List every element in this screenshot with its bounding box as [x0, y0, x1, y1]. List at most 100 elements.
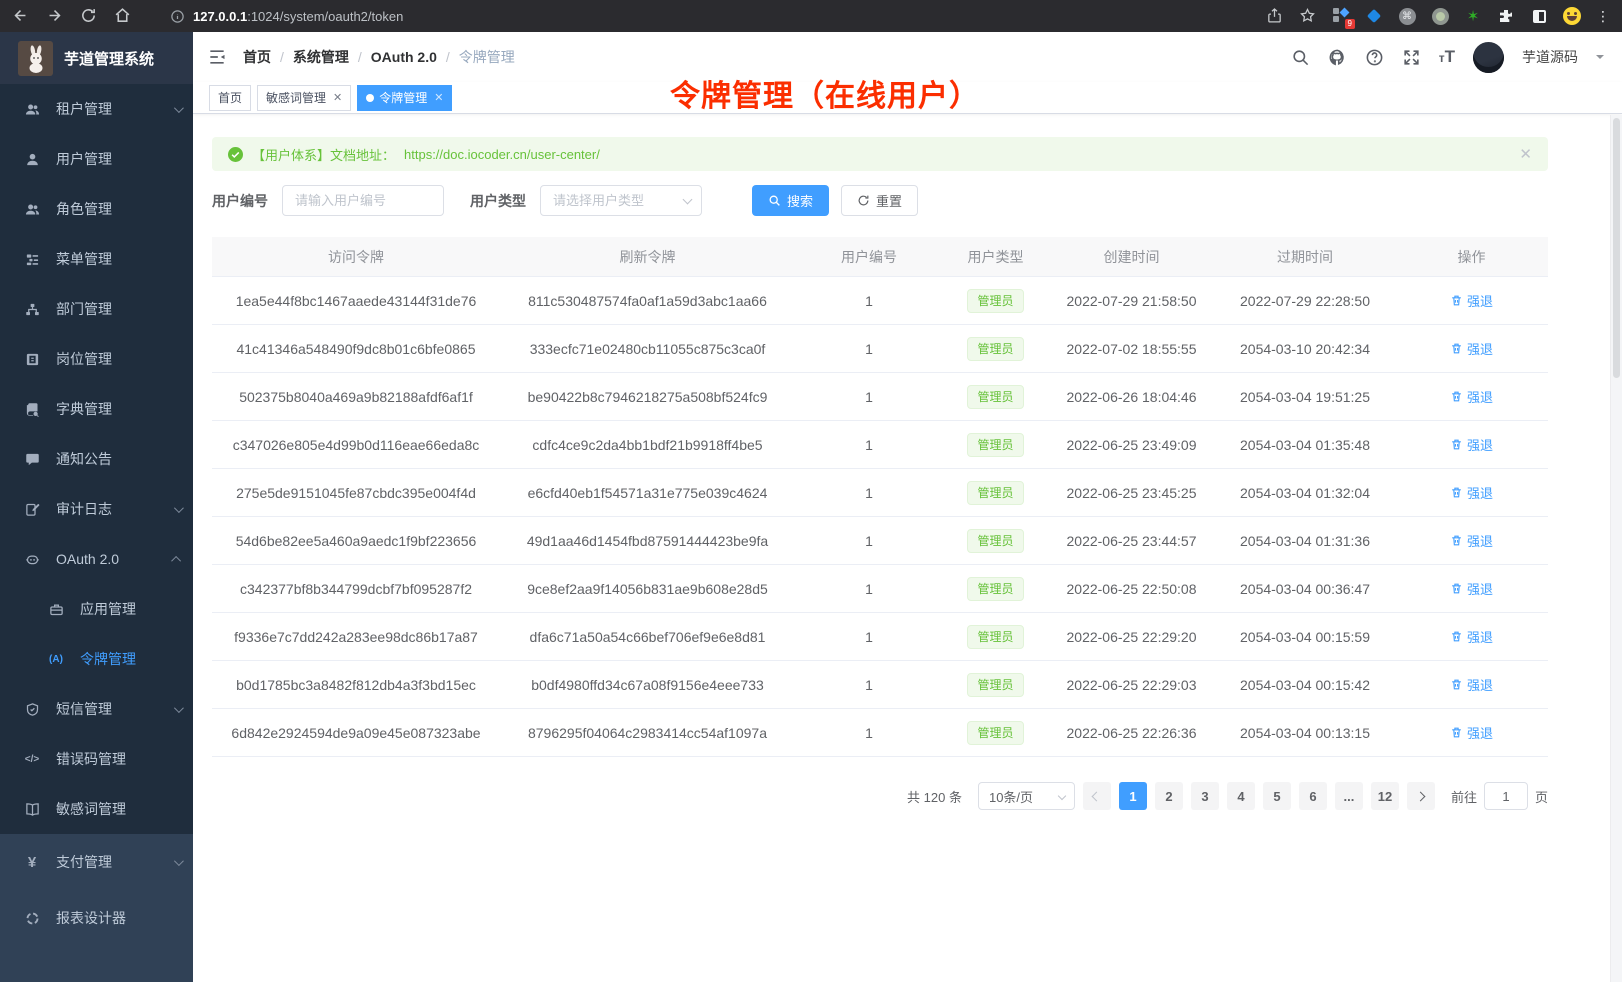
pager-more[interactable]: ...: [1335, 782, 1363, 810]
sidebar-item-17[interactable]: 报表设计器: [0, 890, 193, 946]
create-time-cell: 2022-06-25 23:44:57: [1048, 533, 1215, 549]
sidebar-item-2[interactable]: 用户管理: [0, 134, 193, 184]
tab-close-icon[interactable]: ✕: [333, 91, 342, 104]
sidebar-item-label: 应用管理: [80, 599, 136, 619]
tab-1[interactable]: 首页: [209, 85, 251, 111]
sidebar-item-3[interactable]: 角色管理: [0, 184, 193, 234]
create-time-cell: 2022-07-02 18:55:55: [1048, 341, 1215, 357]
sidebar-item-1[interactable]: 租户管理: [0, 84, 193, 134]
tab-close-icon[interactable]: ✕: [434, 91, 443, 104]
home-icon[interactable]: [114, 7, 132, 25]
sidebar-item-label: 报表设计器: [56, 908, 126, 928]
user-type-select[interactable]: [540, 185, 702, 216]
search-button[interactable]: 搜索: [752, 185, 829, 216]
refresh-token-cell: dfa6c71a50a54c66bef706ef9e6e8d81: [500, 629, 795, 645]
force-logout-button[interactable]: 强退: [1450, 291, 1493, 310]
breadcrumb-item-2[interactable]: 系统管理: [293, 47, 349, 67]
extension-reader-icon[interactable]: [1530, 7, 1548, 25]
force-logout-button[interactable]: 强退: [1450, 675, 1493, 694]
table-header: 访问令牌刷新令牌用户编号用户类型创建时间过期时间操作: [212, 237, 1548, 277]
force-logout-button[interactable]: 强退: [1450, 435, 1493, 454]
force-logout-button[interactable]: 强退: [1450, 387, 1493, 406]
force-logout-button[interactable]: 强退: [1450, 531, 1493, 550]
sidebar-item-15[interactable]: 敏感词管理: [0, 784, 193, 834]
page-button-4[interactable]: 4: [1227, 782, 1255, 810]
sidebar-item-label: 通知公告: [56, 449, 112, 469]
extension-record-icon[interactable]: [1431, 7, 1449, 25]
sidebar-item-9[interactable]: 审计日志: [0, 484, 193, 534]
edit-log-icon: [24, 501, 40, 517]
font-size-icon[interactable]: тT: [1439, 47, 1455, 67]
sidebar: 芋道管理系统 租户管理用户管理角色管理菜单管理部门管理岗位管理字典管理通知公告审…: [0, 32, 193, 982]
profile-avatar-icon[interactable]: [1563, 7, 1581, 25]
sidebar-item-label: 部门管理: [56, 299, 112, 319]
username[interactable]: 芋道源码: [1522, 47, 1578, 67]
refresh-token-cell: 333ecfc71e02480cb11055c875c3ca0f: [500, 341, 795, 357]
next-page-button[interactable]: [1407, 782, 1435, 810]
sidebar-item-8[interactable]: 通知公告: [0, 434, 193, 484]
forward-icon[interactable]: [46, 7, 64, 25]
scrollbar[interactable]: [1610, 115, 1622, 982]
goto-page-input[interactable]: [1484, 782, 1528, 810]
page-button-12[interactable]: 12: [1371, 782, 1399, 810]
extension-puzzle-icon[interactable]: [1497, 7, 1515, 25]
browser-menu-icon[interactable]: ⋮: [1596, 8, 1610, 25]
help-icon[interactable]: [1365, 48, 1384, 67]
sidebar-item-16[interactable]: ¥支付管理: [0, 834, 193, 890]
reload-icon[interactable]: [80, 7, 98, 25]
prev-page-button[interactable]: [1083, 782, 1111, 810]
force-logout-button[interactable]: 强退: [1450, 723, 1493, 742]
alert-close-icon[interactable]: ✕: [1519, 145, 1532, 163]
hamburger-icon[interactable]: [207, 47, 227, 67]
extension-star-icon[interactable]: ✶: [1464, 7, 1482, 25]
page-button-6[interactable]: 6: [1299, 782, 1327, 810]
sidebar-item-6[interactable]: 岗位管理: [0, 334, 193, 384]
search-icon[interactable]: [1291, 48, 1310, 67]
force-logout-button[interactable]: 强退: [1450, 339, 1493, 358]
user-id-input[interactable]: [282, 185, 444, 216]
sidebar-item-12[interactable]: (A)令牌管理: [0, 634, 193, 684]
sidebar-item-14[interactable]: </>错误码管理: [0, 734, 193, 784]
column-header-3: 用户编号: [795, 247, 943, 267]
chevron-down-icon: [174, 703, 184, 713]
scrollbar-thumb[interactable]: [1613, 118, 1620, 378]
sidebar-item-5[interactable]: 部门管理: [0, 284, 193, 334]
page-button-2[interactable]: 2: [1155, 782, 1183, 810]
tab-label: 敏感词管理: [266, 89, 326, 106]
info-icon[interactable]: [170, 9, 185, 24]
sidebar-item-4[interactable]: 菜单管理: [0, 234, 193, 284]
app-logo[interactable]: 芋道管理系统: [0, 32, 193, 84]
sidebar-item-10[interactable]: OAuth 2.0: [0, 534, 193, 584]
extension-grid-icon[interactable]: 9: [1332, 7, 1350, 25]
sidebar-item-13[interactable]: 短信管理: [0, 684, 193, 734]
caret-down-icon[interactable]: [1596, 55, 1604, 63]
alert-doc-link[interactable]: https://doc.iocoder.cn/user-center/: [404, 147, 600, 162]
extension-command-icon[interactable]: ⌘: [1398, 7, 1416, 25]
address-bar[interactable]: 127.0.0.1:1024/system/oauth2/token: [170, 9, 1266, 24]
force-logout-button[interactable]: 强退: [1450, 627, 1493, 646]
page-size-select[interactable]: 10条/页: [978, 782, 1075, 810]
breadcrumb-item-1[interactable]: 首页: [243, 47, 271, 67]
create-time-cell: 2022-06-25 22:50:08: [1048, 581, 1215, 597]
user-avatar[interactable]: [1473, 42, 1504, 73]
extension-gem-icon[interactable]: [1365, 7, 1383, 25]
back-icon[interactable]: [12, 7, 30, 25]
tab-2[interactable]: 敏感词管理 ✕: [257, 85, 351, 111]
fullscreen-icon[interactable]: [1402, 48, 1421, 67]
force-logout-button[interactable]: 强退: [1450, 579, 1493, 598]
access-token-cell: b0d1785bc3a8482f812db4a3f3bd15ec: [212, 677, 500, 693]
page-button-5[interactable]: 5: [1263, 782, 1291, 810]
sidebar-item-11[interactable]: 应用管理: [0, 584, 193, 634]
page-button-1[interactable]: 1: [1119, 782, 1147, 810]
breadcrumb-item-3[interactable]: OAuth 2.0: [371, 49, 437, 65]
force-logout-button[interactable]: 强退: [1450, 483, 1493, 502]
bookmark-star-icon[interactable]: [1299, 7, 1317, 25]
page-button-3[interactable]: 3: [1191, 782, 1219, 810]
reset-button[interactable]: 重置: [841, 185, 918, 216]
tab-3[interactable]: 令牌管理✕: [357, 85, 452, 111]
user-type-cell: 管理员: [943, 529, 1048, 553]
share-icon[interactable]: [1266, 7, 1284, 25]
github-icon[interactable]: [1328, 48, 1347, 67]
refresh-token-cell: 811c530487574fa0af1a59d3abc1aa66: [500, 293, 795, 309]
sidebar-item-7[interactable]: 字典管理: [0, 384, 193, 434]
